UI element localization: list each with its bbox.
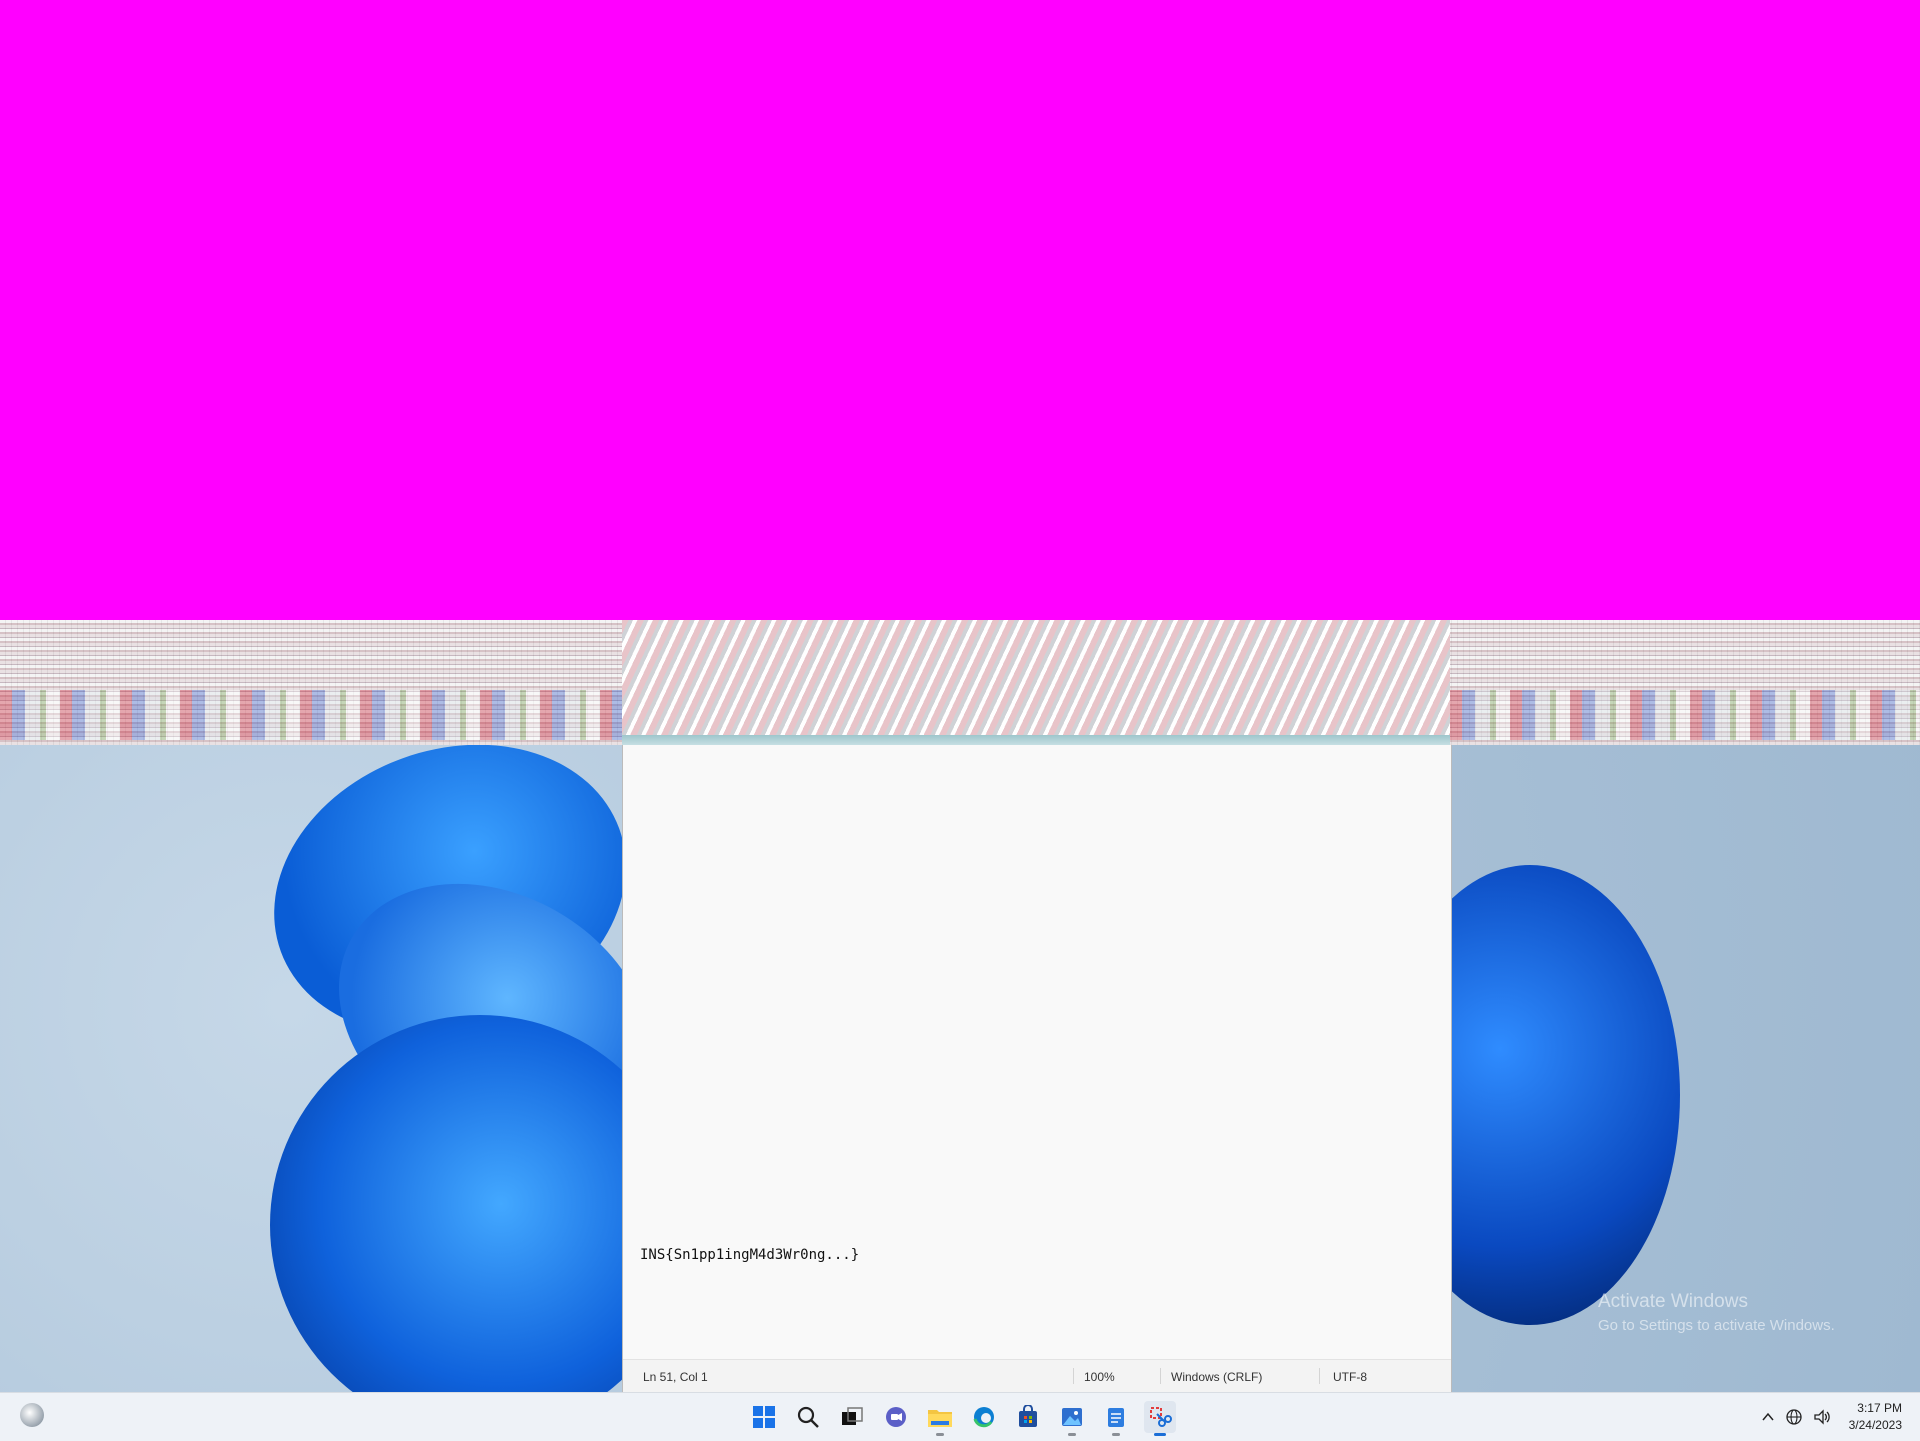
taskbar-apps [748,1401,1176,1436]
zoom-level: 100% [1084,1370,1115,1384]
photos-icon [1062,1408,1082,1426]
status-divider [1319,1368,1320,1384]
running-indicator [936,1433,944,1436]
edge-button[interactable] [968,1401,1000,1433]
chevron-up-icon[interactable] [1761,1410,1775,1424]
folder-icon [928,1410,952,1427]
snipping-tool-button[interactable] [1144,1401,1176,1436]
encoding: UTF-8 [1333,1370,1367,1384]
taskbar: 3:17 PM 3/24/2023 [0,1392,1920,1441]
store-button[interactable] [1012,1401,1044,1433]
network-globe-icon[interactable] [1785,1408,1803,1426]
status-bar: Ln 51, Col 1 100% Windows (CRLF) UTF-8 [623,1359,1451,1392]
system-tray: 3:17 PM 3/24/2023 [1761,1399,1902,1435]
search-icon [797,1406,819,1428]
status-divider [1160,1368,1161,1384]
task-view-icon [842,1407,863,1425]
edge-browser-icon [973,1407,994,1428]
watermark-subtitle: Go to Settings to activate Windows. [1598,1317,1835,1334]
search-button[interactable] [792,1401,824,1433]
text-editor-area[interactable]: INS{Sn1pp1ingM4d3Wr0ng...} [623,745,1451,1360]
line-ending: Windows (CRLF) [1171,1370,1263,1384]
corrupted-region [0,0,1920,620]
glitch-noise-left [0,690,622,740]
notepad-button[interactable] [1100,1401,1132,1436]
snipping-tool-icon [1150,1407,1172,1427]
activate-windows-watermark: Activate Windows Go to Settings to activ… [1598,1291,1835,1334]
windows-logo-icon [753,1406,775,1428]
watermark-title: Activate Windows [1598,1291,1748,1312]
glitched-notepad-titlebar [622,620,1450,745]
start-button[interactable] [748,1401,780,1433]
chat-icon [886,1407,906,1427]
clock-date: 3/24/2023 [1848,1418,1902,1432]
cursor-position: Ln 51, Col 1 [643,1370,708,1384]
status-divider [1073,1368,1074,1384]
running-indicator [1068,1433,1076,1436]
clock[interactable]: 3:17 PM 3/24/2023 [1849,1400,1902,1434]
chat-button[interactable] [880,1401,912,1433]
running-indicator [1112,1433,1120,1436]
task-view-button[interactable] [836,1401,868,1433]
file-explorer-button[interactable] [924,1401,956,1436]
volume-icon[interactable] [1813,1408,1831,1426]
photos-button[interactable] [1056,1401,1088,1436]
running-indicator [1154,1433,1166,1436]
editor-text-line: INS{Sn1pp1ingM4d3Wr0ng...} [640,1247,860,1263]
notepad-icon [1108,1408,1124,1427]
notepad-window: INS{Sn1pp1ingM4d3Wr0ng...} Ln 51, Col 1 … [622,745,1452,1392]
widgets-icon[interactable] [20,1403,44,1427]
clock-time: 3:17 PM [1857,1401,1902,1415]
store-icon [1019,1405,1037,1427]
glitch-noise-right [1450,690,1920,740]
